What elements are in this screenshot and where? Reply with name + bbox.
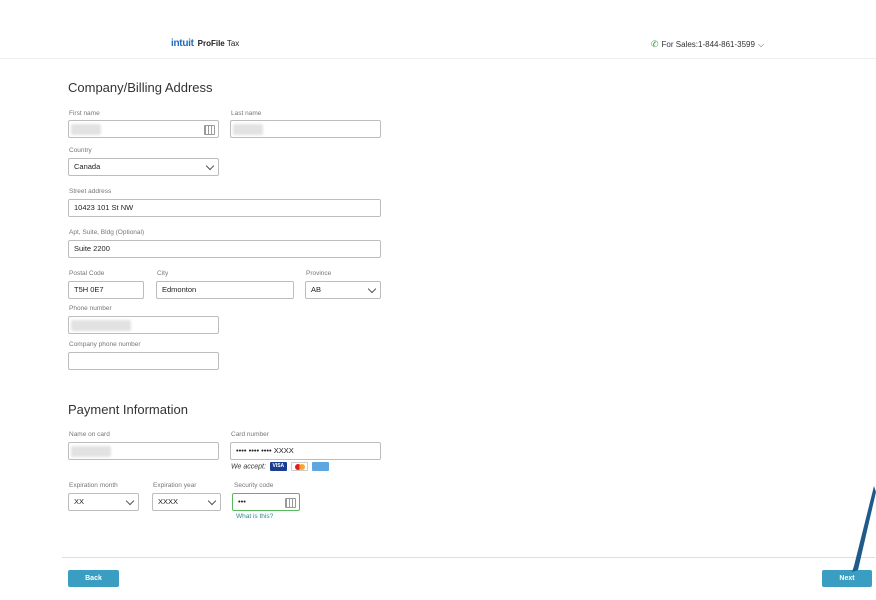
last-name-input[interactable] <box>230 120 381 138</box>
redacted-value <box>233 124 263 135</box>
payment-section-title: Payment Information <box>68 402 188 417</box>
keyboard-icon[interactable] <box>285 498 296 508</box>
chevron-down-icon <box>125 496 135 506</box>
first-name-input[interactable] <box>68 120 219 138</box>
last-name-label: Last name <box>231 110 262 117</box>
annotation-arrow-icon <box>852 486 876 572</box>
back-button[interactable]: Back <box>68 570 119 587</box>
we-accept-label: We accept: <box>231 463 266 471</box>
exp-month-select[interactable]: XX <box>68 493 139 511</box>
intuit-logo-text: intuit <box>171 38 194 49</box>
first-name-label: First name <box>69 110 100 117</box>
chevron-down-icon <box>207 496 217 506</box>
company-phone-label: Company phone number <box>69 341 141 348</box>
chevron-down-icon <box>367 284 377 294</box>
keyboard-icon[interactable] <box>204 125 215 135</box>
redacted-value <box>71 320 131 331</box>
country-select[interactable]: Canada <box>68 158 219 176</box>
security-code-label: Security code <box>234 482 274 489</box>
top-bar: intuit ProFile Tax ✆ For Sales:1-844-861-3… <box>0 0 876 59</box>
company-phone-input[interactable] <box>68 352 219 370</box>
postal-code-input[interactable]: T5H 0E7 <box>68 281 144 299</box>
card-number-input[interactable]: •••• •••• •••• XXXX <box>230 442 381 460</box>
apt-suite-input[interactable]: Suite 2200 <box>68 240 381 258</box>
what-is-this-link[interactable]: What is this? <box>236 513 273 520</box>
footer-divider <box>62 557 875 558</box>
name-on-card-label: Name on card <box>69 431 110 438</box>
card-number-label: Card number <box>231 431 269 438</box>
billing-section-title: Company/Billing Address <box>68 80 213 95</box>
visa-card-icon: VISA <box>269 462 287 471</box>
redacted-value <box>71 124 101 135</box>
name-on-card-input[interactable] <box>68 442 219 460</box>
postal-code-label: Postal Code <box>69 270 105 277</box>
city-label: City <box>157 270 169 277</box>
product-logo-text: ProFile <box>197 39 225 48</box>
accepted-cards: We accept: VISA <box>231 462 329 471</box>
phone-icon: ✆ <box>651 39 659 49</box>
chevron-down-icon <box>205 161 215 171</box>
security-code-input[interactable]: ••• <box>232 493 300 511</box>
amex-card-icon <box>311 462 329 471</box>
sales-phone-dropdown[interactable]: ✆ For Sales:1-844-861-3599 ⌵ <box>651 39 764 50</box>
street-address-label: Street address <box>69 188 112 195</box>
city-input[interactable]: Edmonton <box>156 281 294 299</box>
apt-suite-label: Apt, Suite, Bldg (Optional) <box>69 229 145 236</box>
product-logo-suffix: Tax <box>226 39 240 48</box>
chevron-down-icon: ⌵ <box>757 40 765 49</box>
redacted-value <box>71 446 111 457</box>
exp-year-select[interactable]: XXXX <box>152 493 221 511</box>
logo[interactable]: intuit ProFile Tax <box>171 38 239 49</box>
mastercard-icon <box>290 462 308 471</box>
province-label: Province <box>306 270 332 277</box>
exp-month-label: Expiration month <box>69 482 118 489</box>
country-label: Country <box>69 147 92 154</box>
sales-phone-label: For Sales:1-844-861-3599 <box>661 40 755 49</box>
phone-number-label: Phone number <box>69 305 112 312</box>
province-select[interactable]: AB <box>305 281 381 299</box>
phone-number-input[interactable] <box>68 316 219 334</box>
street-address-input[interactable]: 10423 101 St NW <box>68 199 381 217</box>
exp-year-label: Expiration year <box>153 482 197 489</box>
